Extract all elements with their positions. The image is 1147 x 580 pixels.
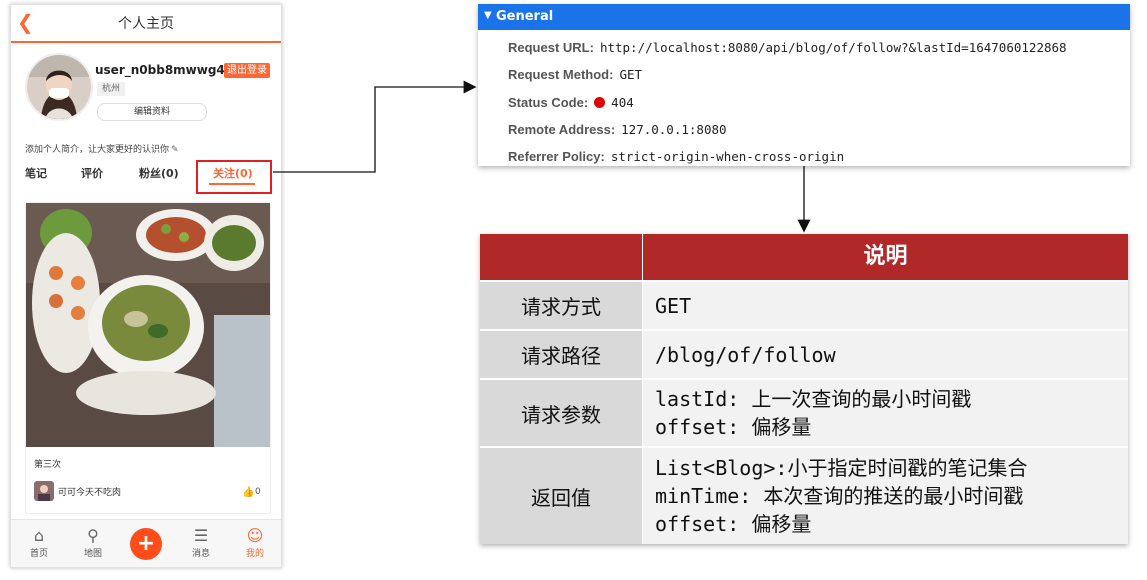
row-label-params: 请求参数 xyxy=(480,380,642,446)
general-title: General xyxy=(496,9,554,24)
devtools-general-panel: ▼ General Request URL: http://localhost:8… xyxy=(478,4,1130,166)
param-lastid-line: lastId: 上一次查询的最小时间戳 xyxy=(655,387,972,411)
row-value-params: lastId: 上一次查询的最小时间戳 offset: 偏移量 xyxy=(643,380,1128,446)
path-line: /blog/of/follow xyxy=(655,342,836,367)
row-label-method: 请求方式 xyxy=(480,282,642,329)
method-line: GET xyxy=(655,293,692,318)
triangle-down-icon[interactable]: ▼ xyxy=(484,10,492,21)
request-method-row: Request Method: GET xyxy=(508,67,642,83)
row-label-path: 请求路径 xyxy=(480,331,642,378)
status-code-key: Status Code: xyxy=(508,95,589,110)
request-url-value[interactable]: http://localhost:8080/api/blog/of/follow… xyxy=(600,40,1067,55)
request-method-key: Request Method: xyxy=(508,67,614,82)
request-url-key: Request URL: xyxy=(508,40,594,55)
remote-address-row: Remote Address: 127.0.0.1:8080 xyxy=(508,122,727,138)
status-code-row: Status Code: 404 xyxy=(508,95,634,111)
param-offset-line: offset: 偏移量 xyxy=(655,415,812,439)
referrer-policy-value: strict-origin-when-cross-origin xyxy=(610,149,845,164)
api-description-table: 说明 请求方式 GET 请求路径 /blog/of/follow 请求参数 la… xyxy=(480,234,1128,544)
table-header: 说明 xyxy=(643,234,1128,280)
arrow-to-request xyxy=(273,80,477,173)
referrer-policy-row: Referrer Policy: strict-origin-when-cross… xyxy=(508,149,844,165)
remote-address-key: Remote Address: xyxy=(508,122,616,137)
status-code-value: 404 xyxy=(611,95,634,110)
row-value-method: GET xyxy=(643,282,1128,329)
return-list-line: List<Blog>:小于指定时间戳的笔记集合 xyxy=(655,456,1028,480)
return-mintime-line: minTime: 本次查询的推送的最小时间戳 xyxy=(655,484,1024,508)
return-offset-line: offset: 偏移量 xyxy=(655,512,812,536)
table-header-empty xyxy=(480,234,642,280)
remote-address-value: 127.0.0.1:8080 xyxy=(621,122,727,137)
row-label-return: 返回值 xyxy=(480,448,642,544)
row-value-path: /blog/of/follow xyxy=(643,331,1128,378)
request-method-value: GET xyxy=(619,67,643,82)
referrer-policy-key: Referrer Policy: xyxy=(508,149,605,164)
row-value-return: List<Blog>:小于指定时间戳的笔记集合 minTime: 本次查询的推送… xyxy=(643,448,1128,544)
status-error-icon xyxy=(594,97,606,108)
request-url-row: Request URL: http://localhost:8080/api/bl… xyxy=(508,40,1067,56)
general-header[interactable]: ▼ General xyxy=(478,4,1130,30)
